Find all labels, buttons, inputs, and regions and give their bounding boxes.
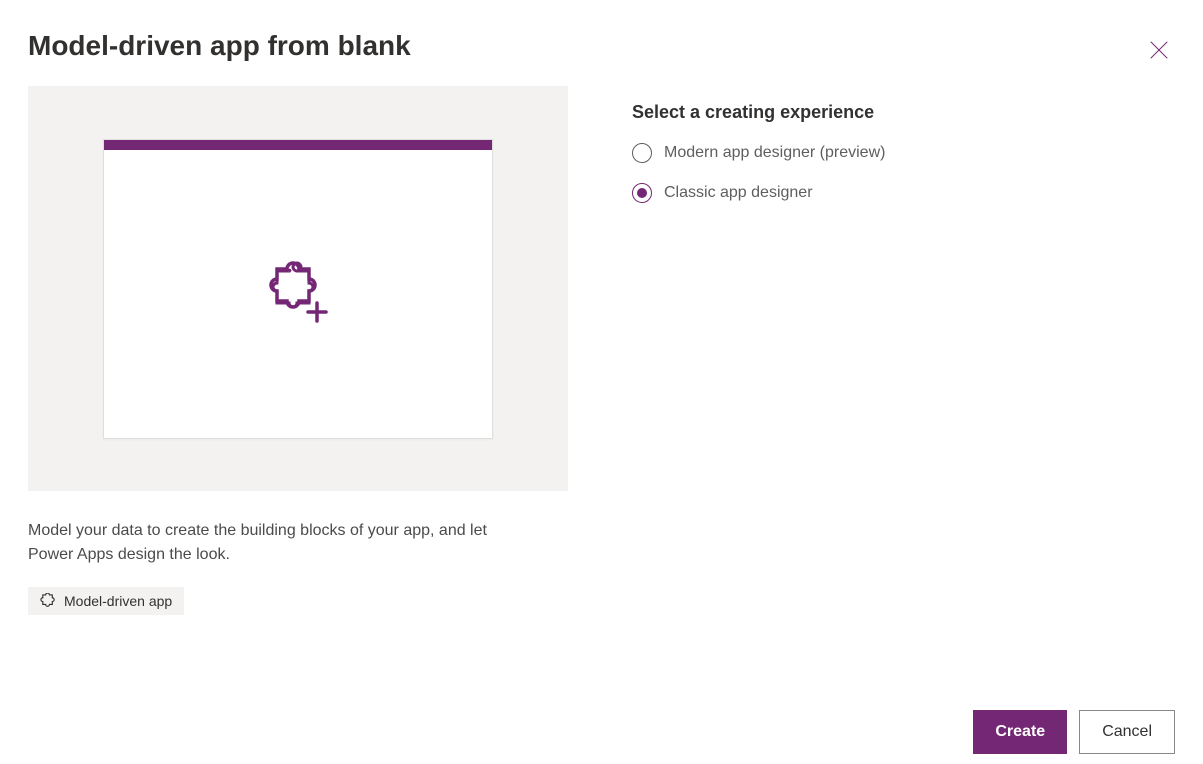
app-type-tag: Model-driven app bbox=[28, 587, 184, 615]
preview-column: Model your data to create the building b… bbox=[28, 86, 568, 615]
preview-window-bar bbox=[104, 140, 492, 150]
radio-selected-dot bbox=[637, 188, 647, 198]
app-type-tag-label: Model-driven app bbox=[64, 593, 172, 609]
radio-button-icon bbox=[632, 183, 652, 203]
radio-button-icon bbox=[632, 143, 652, 163]
dialog-footer: Create Cancel bbox=[973, 710, 1175, 754]
radio-classic-designer[interactable]: Classic app designer bbox=[632, 183, 885, 203]
cancel-button[interactable]: Cancel bbox=[1079, 710, 1175, 754]
dialog-title: Model-driven app from blank bbox=[28, 30, 411, 62]
puzzle-plus-icon bbox=[261, 259, 335, 329]
radio-modern-designer[interactable]: Modern app designer (preview) bbox=[632, 143, 885, 163]
preview-window bbox=[103, 139, 493, 439]
radio-label: Classic app designer bbox=[664, 184, 813, 202]
options-column: Select a creating experience Modern app … bbox=[632, 86, 885, 615]
create-button[interactable]: Create bbox=[973, 710, 1067, 754]
puzzle-icon bbox=[40, 593, 56, 609]
preview-thumbnail bbox=[28, 86, 568, 491]
close-button[interactable] bbox=[1143, 34, 1175, 66]
preview-window-body bbox=[104, 150, 492, 438]
dialog-description: Model your data to create the building b… bbox=[28, 519, 508, 567]
close-icon bbox=[1149, 40, 1169, 60]
options-section-label: Select a creating experience bbox=[632, 102, 885, 123]
radio-label: Modern app designer (preview) bbox=[664, 144, 885, 162]
